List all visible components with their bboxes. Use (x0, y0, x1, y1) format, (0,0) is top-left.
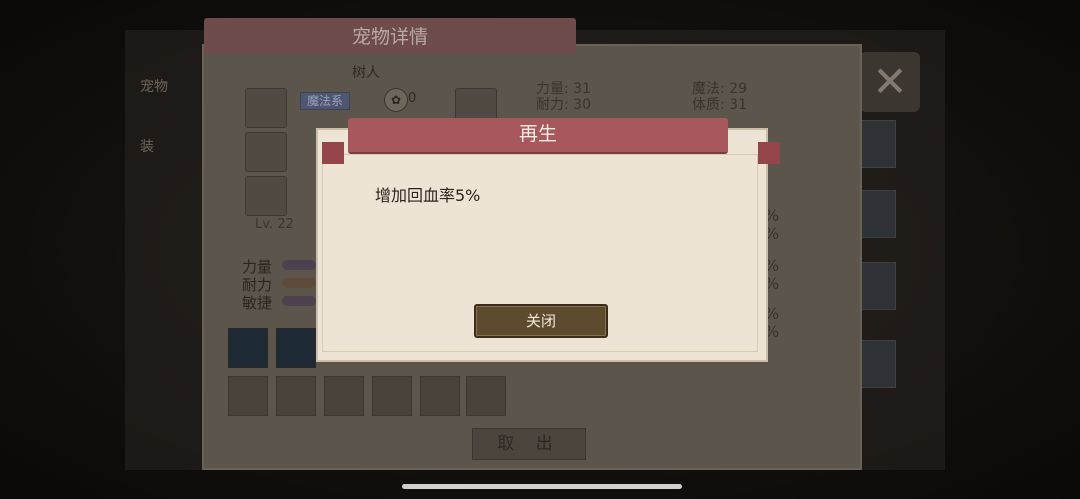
pet-name: 树人 (352, 65, 380, 81)
home-indicator[interactable] (402, 484, 682, 489)
type-badge: 魔法系 (300, 92, 350, 110)
paw-count: 0 (408, 91, 417, 106)
side-tab-equip: 装 (140, 139, 154, 155)
close-button[interactable]: 关闭 (474, 304, 608, 338)
modal-message: 增加回血率5% (375, 186, 481, 205)
paw-icon: ✿ (384, 88, 408, 112)
skill-slot[interactable] (228, 376, 268, 416)
side-tab-pet: 宠物 (140, 79, 168, 95)
equip-slot[interactable] (245, 88, 287, 128)
close-x-icon: ✕ (860, 52, 920, 112)
thumbnail (858, 262, 896, 310)
stat-bar-agility (282, 296, 316, 306)
skill-slot[interactable] (324, 376, 364, 416)
skill-slot[interactable] (466, 376, 506, 416)
stat-bar-strength (282, 260, 316, 270)
thumbnail (858, 190, 896, 238)
withdraw-button[interactable]: 取 出 (472, 428, 586, 460)
thumbnail (858, 340, 896, 388)
ribbon-tail-right (758, 142, 780, 164)
pet-level: Lv. 22 (255, 217, 294, 232)
skill-slot[interactable] (276, 376, 316, 416)
skill-slot[interactable] (420, 376, 460, 416)
thumbnail (858, 120, 896, 168)
stat-label-agility: 敏捷 (242, 294, 273, 312)
pet-detail-title: 宠物详情 (351, 26, 428, 48)
skill-slot[interactable] (372, 376, 412, 416)
skill-slot[interactable] (228, 328, 268, 368)
equip-slot[interactable] (245, 132, 287, 172)
equip-slot[interactable] (245, 176, 287, 216)
modal-title: 再生 (518, 123, 557, 145)
stat-bar-stamina (282, 278, 316, 288)
skill-slot[interactable] (276, 328, 316, 368)
right-stat-constitution: 体质: 31 (692, 97, 747, 113)
right-stat-stamina: 耐力: 30 (536, 97, 591, 113)
ribbon-tail-left (322, 142, 344, 164)
